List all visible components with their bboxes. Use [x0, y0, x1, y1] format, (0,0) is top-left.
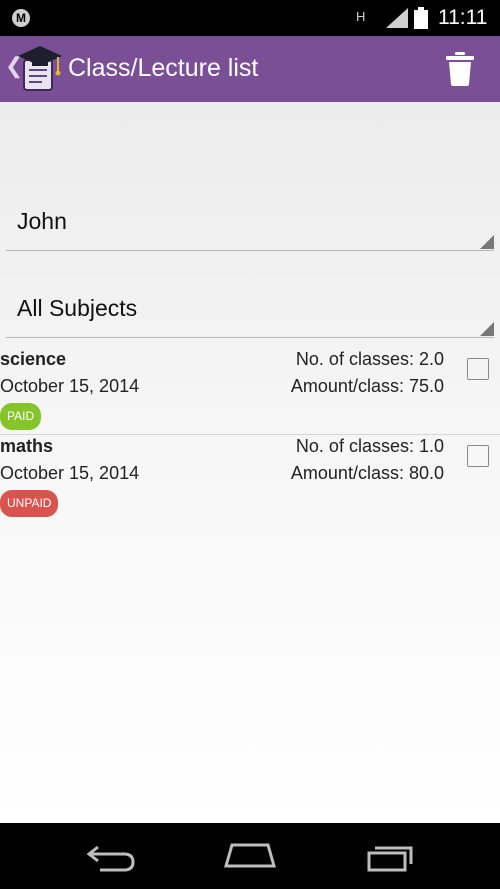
entry-class-count: No. of classes: 2.0	[295, 349, 444, 369]
status-badge: UNPAID	[0, 490, 59, 517]
motorola-icon: M	[12, 9, 30, 27]
dropdown-arrow-icon	[480, 235, 494, 249]
page-title: Class/Lecture list	[68, 54, 259, 82]
action-bar: ❮ Class/Lecture list	[0, 36, 500, 102]
clock: 11:11	[438, 6, 488, 29]
nav-recents-icon[interactable]	[366, 841, 416, 873]
nav-home-icon[interactable]	[224, 841, 276, 869]
entry-date: October 15, 2014	[0, 376, 140, 396]
battery-icon	[414, 7, 428, 29]
subject-dropdown-value: All Subjects	[17, 295, 138, 321]
status-bar: M H 11:11	[0, 0, 500, 36]
navigation-bar	[0, 823, 500, 889]
entry-amount: Amount/class: 80.0	[290, 463, 444, 483]
nav-back-icon[interactable]	[86, 841, 136, 873]
list-item[interactable]: maths October 15, 2014 No. of classes: 1…	[0, 434, 500, 521]
entry-amount: Amount/class: 75.0	[290, 376, 444, 396]
network-indicator: H	[356, 9, 366, 24]
list-item[interactable]: science October 15, 2014 No. of classes:…	[0, 347, 500, 435]
subject-dropdown[interactable]: All Subjects	[6, 285, 494, 338]
entry-date: October 15, 2014	[0, 463, 140, 483]
entry-subject: maths	[0, 436, 54, 456]
student-dropdown-value: John	[17, 208, 67, 234]
app-graduation-icon[interactable]	[18, 44, 62, 92]
status-badge: PAID	[0, 403, 42, 430]
entry-checkbox[interactable]	[467, 358, 489, 380]
signal-icon	[386, 8, 408, 28]
dropdown-arrow-icon	[480, 322, 494, 336]
entry-class-count: No. of classes: 1.0	[295, 436, 444, 456]
content-area: John All Subjects science October 15, 20…	[0, 102, 500, 823]
trash-icon[interactable]	[446, 52, 474, 86]
entry-checkbox[interactable]	[467, 445, 489, 467]
student-dropdown[interactable]: John	[6, 198, 494, 251]
entry-subject: science	[0, 349, 67, 369]
